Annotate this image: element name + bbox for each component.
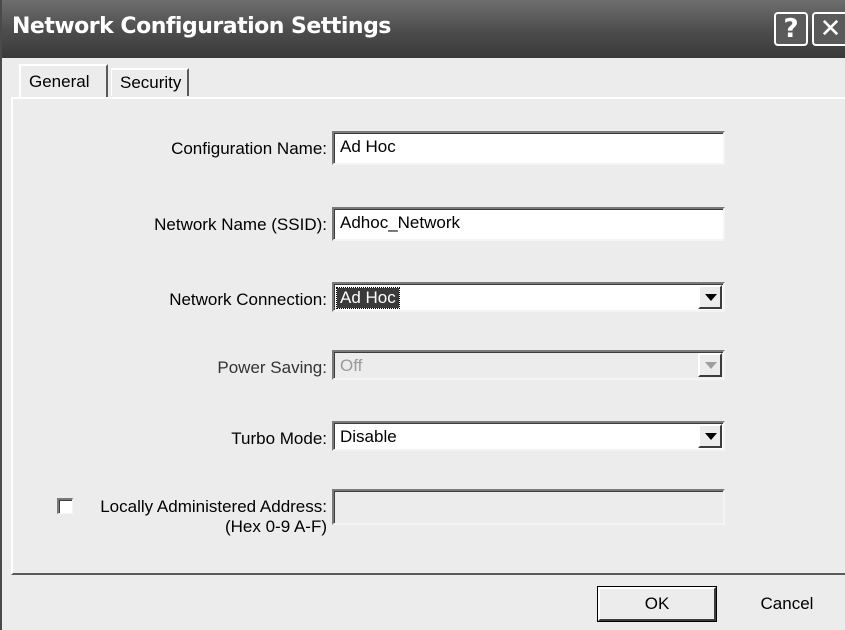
- turbo-mode-value: Disable: [340, 427, 397, 446]
- connection-value: Ad Hoc: [336, 287, 400, 309]
- chevron-down-icon: [705, 433, 717, 440]
- turbo-mode-label: Turbo Mode:: [231, 429, 327, 448]
- general-tab-panel: Configuration Name: Ad Hoc Network Name …: [11, 97, 845, 575]
- turbo-mode-select[interactable]: Disable: [332, 421, 725, 451]
- help-icon: ?: [783, 14, 799, 44]
- chevron-down-icon: [705, 362, 717, 369]
- ssid-input[interactable]: Adhoc_Network: [332, 207, 725, 241]
- laa-hint: (Hex 0-9 A-F): [224, 517, 327, 536]
- power-saving-select: Off: [332, 350, 725, 380]
- config-name-input[interactable]: Ad Hoc: [332, 131, 725, 165]
- connection-select[interactable]: Ad Hoc: [332, 282, 725, 312]
- tab-security[interactable]: Security: [111, 68, 189, 96]
- laa-label: Locally Administered Address:: [100, 497, 327, 516]
- config-name-label: Configuration Name:: [171, 139, 327, 158]
- ssid-label: Network Name (SSID):: [154, 215, 327, 234]
- connection-label: Network Connection:: [169, 290, 327, 309]
- button-bar: OK Cancel: [2, 575, 845, 630]
- close-button[interactable]: ✕: [812, 12, 845, 46]
- title-bar[interactable]: Network Configuration Settings ? ✕: [2, 0, 845, 58]
- close-icon: ✕: [819, 14, 842, 44]
- laa-checkbox[interactable]: [57, 498, 73, 514]
- config-name-value: Ad Hoc: [340, 137, 396, 156]
- connection-dropdown-button[interactable]: [698, 285, 722, 309]
- tab-general[interactable]: General: [19, 64, 108, 97]
- network-config-dialog: Network Configuration Settings ? ✕ Gener…: [0, 0, 845, 630]
- laa-input: [332, 489, 725, 525]
- power-saving-dropdown-button: [698, 353, 722, 377]
- chevron-down-icon: [705, 294, 717, 301]
- help-button[interactable]: ?: [774, 12, 808, 46]
- turbo-mode-dropdown-button[interactable]: [698, 424, 722, 448]
- power-saving-value: Off: [340, 356, 363, 375]
- ssid-value: Adhoc_Network: [340, 213, 461, 232]
- power-saving-label: Power Saving:: [217, 358, 327, 377]
- window-title: Network Configuration Settings: [12, 14, 391, 39]
- cancel-button[interactable]: Cancel: [732, 587, 842, 621]
- ok-button[interactable]: OK: [597, 586, 717, 622]
